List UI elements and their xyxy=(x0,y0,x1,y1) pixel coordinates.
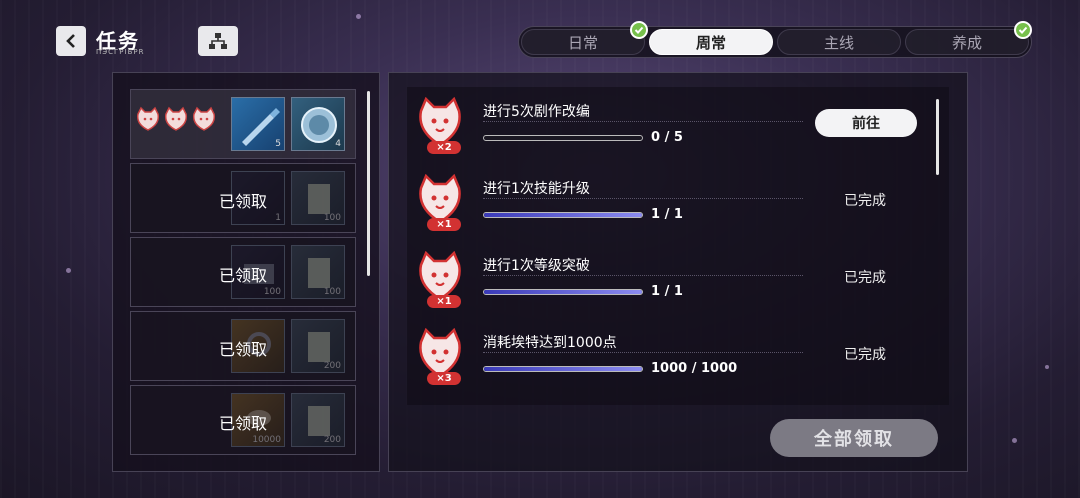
activity-reward-panel: 5 4 已领取 1 100 已领取 100 100 已领取 200 已领取 10… xyxy=(112,72,380,472)
chevron-left-icon xyxy=(66,34,75,48)
item-quantity: 10000 xyxy=(252,435,281,445)
divider xyxy=(483,198,803,199)
reward-multiplier-badge: ×1 xyxy=(427,295,461,308)
pen-item[interactable]: 5 xyxy=(231,97,285,151)
item-quantity: 4 xyxy=(335,139,341,149)
progress-bar xyxy=(483,212,643,218)
bg-sparkle xyxy=(1045,365,1049,369)
task-item: ×2 进行5次剧作改编 0 / 5 前往 xyxy=(417,95,937,165)
task-name: 进行1次等级突破 xyxy=(483,258,590,274)
task-name: 进行5次剧作改编 xyxy=(483,104,590,120)
divider xyxy=(483,275,803,276)
reward-row[interactable]: 已领取 1 100 xyxy=(130,163,356,233)
tab-growth[interactable]: 养成 xyxy=(905,21,1032,55)
item-quantity: 100 xyxy=(323,213,341,223)
progress-fill xyxy=(484,213,642,217)
bg-sparkle xyxy=(66,268,71,273)
completed-status: 已完成 xyxy=(844,193,886,209)
claimed-label: 已领取 xyxy=(219,266,268,285)
task-category-tabs: 日常 周常 主线 养成 xyxy=(518,21,1032,58)
tab-daily[interactable]: 日常 xyxy=(521,21,648,55)
progress-fill xyxy=(484,367,642,371)
document-item[interactable]: 100 xyxy=(291,245,345,299)
item-quantity: 200 xyxy=(323,361,341,371)
reward-multiplier-badge: ×1 xyxy=(427,218,461,231)
progress-bar xyxy=(483,366,643,372)
claimed-label: 已领取 xyxy=(219,192,268,211)
progress-bar xyxy=(483,135,643,141)
tab-label: 主线 xyxy=(823,33,854,52)
hierarchy-icon xyxy=(209,33,227,49)
tab-main[interactable]: 主线 xyxy=(777,29,901,55)
completed-status: 已完成 xyxy=(844,270,886,286)
document-item[interactable]: 200 xyxy=(291,319,345,373)
document-item[interactable]: 200 xyxy=(291,393,345,447)
progress-text: 0 / 5 xyxy=(651,130,683,145)
back-button[interactable] xyxy=(56,26,86,56)
item-quantity: 100 xyxy=(323,287,341,297)
completed-check-icon xyxy=(630,21,648,39)
tab-label: 养成 xyxy=(951,33,982,52)
document-item[interactable]: 100 xyxy=(291,171,345,225)
divider xyxy=(483,352,803,353)
reward-row[interactable]: 已领取 200 xyxy=(130,311,356,381)
progress-text: 1000 / 1000 xyxy=(651,361,738,376)
reward-multiplier-badge: ×3 xyxy=(427,372,461,385)
divider xyxy=(483,121,803,122)
go-button[interactable]: 前往 xyxy=(815,109,917,137)
item-quantity: 5 xyxy=(275,139,281,149)
cat-token-icon xyxy=(136,106,160,131)
item-quantity: 200 xyxy=(323,435,341,445)
completed-check-icon xyxy=(1014,21,1032,39)
progress-text: 1 / 1 xyxy=(651,207,683,222)
tab-weekly[interactable]: 周常 xyxy=(649,29,773,55)
item-quantity: 100 xyxy=(263,287,281,297)
bg-sparkle xyxy=(356,14,361,19)
reward-row[interactable]: 已领取 100 100 xyxy=(130,237,356,307)
task-item: ×1 进行1次技能升级 1 / 1 已完成 xyxy=(417,172,937,242)
bg-sparkle xyxy=(1012,438,1017,443)
claimed-label: 已领取 xyxy=(219,414,268,433)
reward-row[interactable]: 5 4 xyxy=(130,89,356,159)
reward-scrollbar[interactable] xyxy=(367,91,370,276)
claimed-label: 已领取 xyxy=(219,340,268,359)
task-list-panel: ×2 进行5次剧作改编 0 / 5 前往 ×1 进行1次技能升级 1 / 1 已… xyxy=(388,72,968,472)
cat-token-icon xyxy=(164,106,188,131)
task-name: 消耗埃特达到1000点 xyxy=(483,335,617,351)
reward-row[interactable]: 已领取 10000 200 xyxy=(130,385,356,455)
progress-text: 1 / 1 xyxy=(651,284,683,299)
progress-bar xyxy=(483,289,643,295)
task-name: 进行1次技能升级 xyxy=(483,181,590,197)
task-item: ×3 消耗埃特达到1000点 1000 / 1000 已完成 xyxy=(417,326,937,396)
progress-fill xyxy=(484,290,642,294)
cat-token-icon xyxy=(192,106,216,131)
page-subtitle: ПЭСГРIБРR xyxy=(96,48,145,56)
tab-label: 周常 xyxy=(695,33,726,52)
task-item: ×1 进行1次等级突破 1 / 1 已完成 xyxy=(417,249,937,319)
reward-multiplier-badge: ×2 xyxy=(427,141,461,154)
task-tree-button[interactable] xyxy=(198,26,238,56)
medal-item[interactable]: 4 xyxy=(291,97,345,151)
completed-status: 已完成 xyxy=(844,347,886,363)
item-quantity: 1 xyxy=(275,213,281,223)
tab-label: 日常 xyxy=(567,33,598,52)
claim-all-button[interactable]: 全部领取 xyxy=(770,419,938,457)
